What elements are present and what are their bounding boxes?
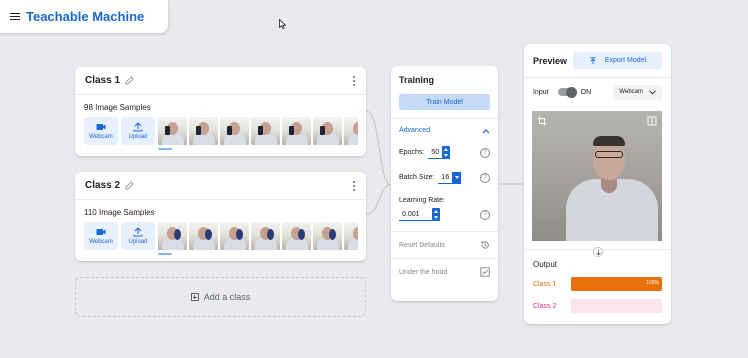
sample-thumbnail[interactable] [251, 222, 280, 250]
output-row-class-1: Class 1 100% [533, 277, 671, 291]
sample-thumbnail[interactable] [313, 222, 342, 250]
class-header: Class 1 [75, 67, 366, 95]
output-row-class-2: Class 2 [533, 299, 671, 313]
reset-icon [480, 241, 489, 249]
export-icon [589, 56, 596, 64]
batch-size-select[interactable]: 16 [438, 171, 462, 184]
sample-thumbnail[interactable] [158, 117, 187, 145]
sample-thumbnails [158, 222, 358, 255]
scroll-indicator[interactable] [158, 253, 172, 255]
crop-icon[interactable] [537, 116, 547, 126]
reset-defaults-button[interactable]: Reset Defaults [391, 231, 498, 258]
sample-thumbnail[interactable] [189, 117, 218, 145]
scroll-indicator[interactable] [158, 148, 172, 150]
train-model-button[interactable]: Train Model [399, 94, 490, 110]
camera-icon [96, 124, 106, 130]
sample-thumbnail[interactable] [282, 222, 311, 250]
sample-thumbnail[interactable] [158, 222, 187, 250]
class-card-2: Class 2 110 Image Samples Webcam Upload [75, 172, 366, 261]
output-class-name: Class 1 [533, 280, 557, 288]
confidence-bar [571, 299, 662, 313]
preview-panel: Preview Export Model Input ON Webcam Out… [524, 44, 671, 324]
learning-rate-stepper[interactable]: 0.001 [399, 208, 440, 221]
learning-rate-row: 0.001 ? [399, 208, 490, 221]
epochs-row: Epochs: 50 ? [399, 146, 490, 159]
preview-title: Preview [533, 55, 568, 66]
sample-thumbnail[interactable] [344, 117, 358, 145]
upload-button[interactable]: Upload [121, 222, 155, 250]
pencil-icon[interactable] [125, 76, 134, 85]
output-class-name: Class 2 [533, 302, 557, 310]
help-icon[interactable]: ? [480, 172, 490, 183]
chart-icon [480, 267, 490, 277]
webcam-button[interactable]: Webcam [84, 222, 118, 250]
sample-thumbnail[interactable] [251, 117, 280, 145]
samples-count: 98 Image Samples [84, 103, 151, 112]
stepper-arrows-icon[interactable] [431, 208, 440, 220]
confidence-bar: 100% [571, 277, 662, 291]
export-model-button[interactable]: Export Model [573, 52, 662, 69]
upload-button[interactable]: Upload [121, 117, 155, 145]
pencil-icon[interactable] [125, 181, 134, 190]
webcam-preview [532, 111, 662, 241]
advanced-toggle[interactable]: Advanced [399, 127, 490, 134]
help-icon[interactable]: ? [480, 209, 490, 220]
add-box-icon [190, 293, 199, 301]
under-the-hood-button[interactable]: Under the hood [391, 258, 498, 285]
samples-count: 110 Image Samples [84, 208, 155, 217]
sample-thumbnails [158, 117, 358, 150]
learning-rate-label: Learning Rate: [399, 197, 445, 204]
upload-icon [133, 122, 143, 132]
batch-size-row: Batch Size: 16 ? [399, 171, 490, 184]
more-options-icon[interactable] [352, 180, 356, 191]
dropdown-arrow-icon[interactable] [452, 171, 462, 183]
webcam-button[interactable]: Webcam [84, 117, 118, 145]
camera-icon [96, 229, 106, 235]
app-header: Teachable Machine [0, 0, 168, 33]
class-name[interactable]: Class 2 [85, 180, 120, 191]
chevron-down-icon [649, 89, 656, 94]
sample-thumbnail[interactable] [282, 117, 311, 145]
training-panel: Training Train Model Advanced Epochs: 50… [391, 66, 498, 301]
sample-thumbnail[interactable] [344, 222, 358, 250]
app-title[interactable]: Teachable Machine [26, 9, 144, 24]
sample-thumbnail[interactable] [313, 117, 342, 145]
input-toggle[interactable] [557, 86, 577, 98]
epochs-stepper[interactable]: 50 [428, 146, 451, 159]
chevron-up-icon [482, 128, 490, 133]
input-source-select[interactable]: Webcam [613, 84, 662, 100]
menu-icon[interactable] [10, 12, 20, 21]
add-class-button[interactable]: Add a class [75, 277, 366, 317]
toggle-state: ON [580, 88, 592, 96]
sample-thumbnail[interactable] [220, 117, 249, 145]
class-header: Class 2 [75, 172, 366, 200]
input-row: Input ON Webcam [524, 78, 671, 106]
more-options-icon[interactable] [352, 75, 356, 86]
mouse-cursor-icon [279, 19, 287, 29]
arrow-down-icon [593, 247, 603, 257]
class-card-1: Class 1 98 Image Samples Webcam Upload [75, 67, 366, 156]
upload-icon [133, 227, 143, 237]
training-title: Training [399, 75, 435, 85]
confidence-percent: 100% [646, 280, 659, 286]
sample-thumbnail[interactable] [189, 222, 218, 250]
output-title: Output [533, 260, 558, 269]
sample-thumbnail[interactable] [220, 222, 249, 250]
stepper-arrows-icon[interactable] [442, 146, 451, 158]
help-icon[interactable]: ? [480, 147, 490, 158]
flip-icon[interactable] [647, 116, 657, 126]
class-name[interactable]: Class 1 [85, 75, 120, 86]
